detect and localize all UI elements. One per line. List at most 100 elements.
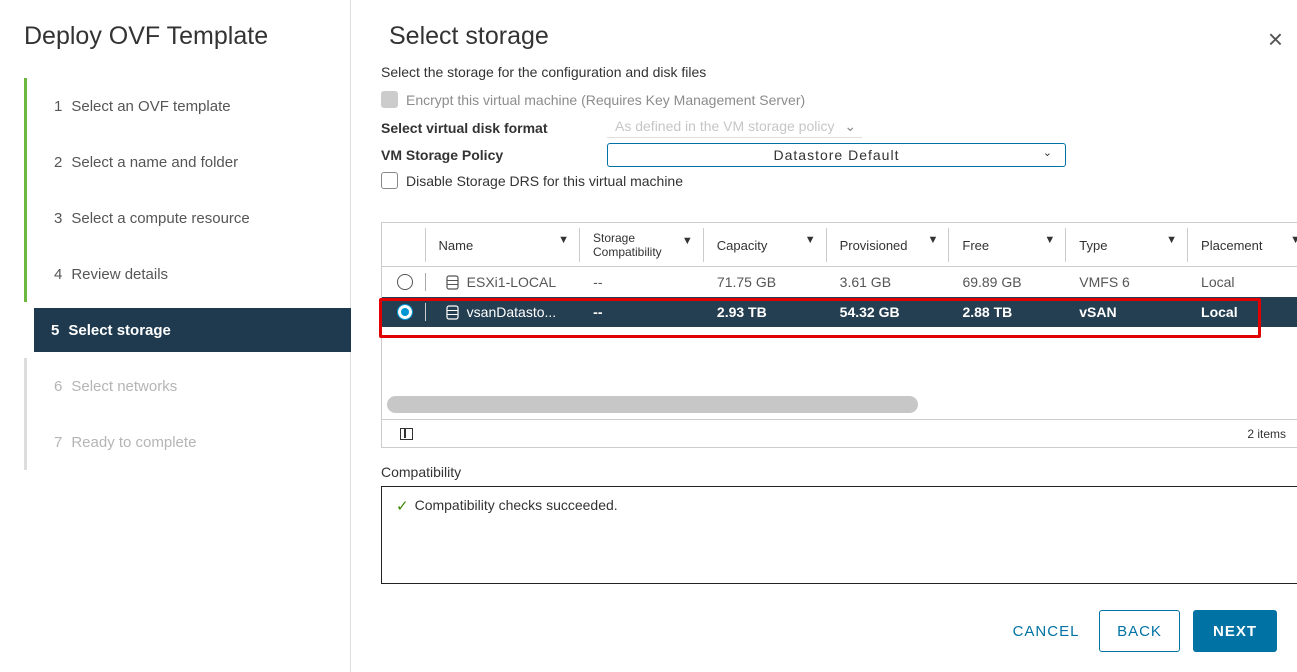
next-button[interactable]: NEXT xyxy=(1193,610,1277,652)
chevron-down-icon: ⌄ xyxy=(844,118,857,134)
close-icon[interactable]: × xyxy=(1268,26,1283,52)
cancel-button[interactable]: CANCEL xyxy=(1001,610,1091,652)
encrypt-checkbox[interactable] xyxy=(381,91,398,108)
column-header-storage-compatibility[interactable]: Storage Compatibility ▼ xyxy=(580,228,704,262)
column-label: Placement xyxy=(1201,237,1263,253)
wizard-step-1[interactable]: 1 Select an OVF template xyxy=(24,78,351,134)
row-select[interactable] xyxy=(382,303,426,321)
cell-placement: Local xyxy=(1201,304,1238,320)
datastore-grid: Name ▼ Storage Compatibility ▼ Capacity … xyxy=(381,222,1297,448)
row-radio-selected[interactable] xyxy=(397,304,413,320)
step-label: Select storage xyxy=(68,321,171,339)
step-label: Select a name and folder xyxy=(71,153,239,171)
disk-format-select[interactable]: As defined in the VM storage policy ⌄ xyxy=(607,118,863,138)
disk-format-label: Select virtual disk format xyxy=(381,120,548,136)
step-label: Select an OVF template xyxy=(71,97,231,115)
column-label: Type xyxy=(1079,237,1108,253)
cell-provisioned: 3.61 GB xyxy=(839,274,892,290)
grid-header: Name ▼ Storage Compatibility ▼ Capacity … xyxy=(382,223,1297,267)
compatibility-label: Compatibility xyxy=(381,464,462,480)
filter-icon[interactable]: ▼ xyxy=(682,234,693,248)
wizard-step-3[interactable]: 3 Select a compute resource xyxy=(24,190,351,246)
filter-icon[interactable]: ▼ xyxy=(927,234,938,246)
column-label: Capacity xyxy=(716,237,768,253)
column-header-free[interactable]: Free ▼ xyxy=(949,228,1067,262)
disable-drs-row: Disable Storage DRS for this virtual mac… xyxy=(381,172,683,189)
disk-format-value: As defined in the VM storage policy xyxy=(615,118,835,134)
step-label: Select a compute resource xyxy=(71,209,250,227)
cell-type: VMFS 6 xyxy=(1079,274,1130,290)
storage-policy-row: VM Storage Policy Datastore Default ⌄ xyxy=(381,143,1066,167)
cell-provisioned: 54.32 GB xyxy=(839,304,900,320)
column-toggle-icon[interactable] xyxy=(400,428,413,440)
column-header-placement[interactable]: Placement ▼ xyxy=(1188,228,1297,262)
storage-policy-label: VM Storage Policy xyxy=(381,147,504,163)
column-label-line1: Storage xyxy=(592,231,636,245)
column-label: Name xyxy=(438,237,474,253)
column-label: Provisioned xyxy=(839,237,908,253)
cell-free: 2.88 TB xyxy=(962,304,1013,320)
compatibility-message: Compatibility checks succeeded. xyxy=(414,497,618,513)
column-header-type[interactable]: Type ▼ xyxy=(1066,228,1189,262)
storage-policy-value: Datastore Default xyxy=(773,147,900,163)
step-label: Review details xyxy=(71,265,169,283)
wizard-steps: 1 Select an OVF template 2 Select a name… xyxy=(24,78,351,470)
table-row-selected[interactable]: vsanDatasto... -- 2.93 TB 54.32 GB 2.88 … xyxy=(382,297,1297,327)
horizontal-scrollbar[interactable] xyxy=(387,396,918,413)
wizard-step-6: 6 Select networks xyxy=(24,358,351,414)
filter-icon[interactable]: ▼ xyxy=(558,234,569,246)
filter-icon[interactable]: ▼ xyxy=(1290,234,1297,246)
storage-policy-select[interactable]: Datastore Default ⌄ xyxy=(607,143,1066,167)
disk-format-row: Select virtual disk format As defined in… xyxy=(381,118,863,138)
filter-icon[interactable]: ▼ xyxy=(805,234,816,246)
wizard-step-4[interactable]: 4 Review details xyxy=(24,246,351,302)
disable-drs-label: Disable Storage DRS for this virtual mac… xyxy=(406,172,684,189)
cell-capacity: 2.93 TB xyxy=(716,304,767,320)
back-button[interactable]: BACK xyxy=(1099,610,1180,652)
cell-name: ESXi1-LOCAL xyxy=(426,274,580,290)
wizard-step-7: 7 Ready to complete xyxy=(24,414,351,470)
step-number: 7 xyxy=(54,433,63,451)
datastore-name: vsanDatasto... xyxy=(466,304,557,320)
step-number: 2 xyxy=(54,153,63,171)
datastore-icon xyxy=(446,304,459,320)
step-number: 5 xyxy=(51,321,60,339)
wizard-step-5-current[interactable]: 5 Select storage xyxy=(34,308,351,352)
step-number: 1 xyxy=(54,97,63,115)
cell-compatibility: -- xyxy=(593,274,603,290)
wizard-step-2[interactable]: 2 Select a name and folder xyxy=(24,134,351,190)
datastore-name: ESXi1-LOCAL xyxy=(466,274,557,290)
main-content: Select storage × Select the storage for … xyxy=(381,0,1297,672)
select-column-header xyxy=(382,228,426,262)
step-number: 4 xyxy=(54,265,63,283)
cell-free: 69.89 GB xyxy=(962,274,1022,290)
grid-footer: 2 items xyxy=(382,419,1297,447)
step-number: 3 xyxy=(54,209,63,227)
cell-placement: Local xyxy=(1201,274,1235,290)
column-header-capacity[interactable]: Capacity ▼ xyxy=(704,228,827,262)
disable-drs-checkbox[interactable] xyxy=(381,172,398,189)
step-label: Ready to complete xyxy=(71,433,197,451)
wizard-title: Deploy OVF Template xyxy=(24,22,269,50)
filter-icon[interactable]: ▼ xyxy=(1166,234,1177,246)
cell-capacity: 71.75 GB xyxy=(716,274,777,290)
item-count: 2 items xyxy=(1247,427,1286,441)
cell-type: vSAN xyxy=(1079,304,1117,320)
wizard-sidebar: Deploy OVF Template 1 Select an OVF temp… xyxy=(0,0,351,672)
datastore-icon xyxy=(446,274,459,290)
row-select[interactable] xyxy=(382,273,426,291)
cell-name: vsanDatasto... xyxy=(426,304,580,320)
page-title: Select storage xyxy=(389,22,549,50)
step-number: 6 xyxy=(54,377,63,395)
column-label: Storage Compatibility xyxy=(593,231,662,259)
compatibility-box: ✓ Compatibility checks succeeded. xyxy=(381,486,1297,584)
column-header-provisioned[interactable]: Provisioned ▼ xyxy=(827,228,950,262)
filter-icon[interactable]: ▼ xyxy=(1044,234,1055,246)
step-label: Select networks xyxy=(71,377,178,395)
row-radio[interactable] xyxy=(397,274,413,290)
encrypt-row: Encrypt this virtual machine (Requires K… xyxy=(381,91,805,108)
column-header-name[interactable]: Name ▼ xyxy=(426,228,580,262)
cell-compatibility: -- xyxy=(593,304,603,320)
table-row[interactable]: ESXi1-LOCAL -- 71.75 GB 3.61 GB 69.89 GB… xyxy=(382,267,1297,297)
encrypt-label: Encrypt this virtual machine (Requires K… xyxy=(406,91,806,108)
